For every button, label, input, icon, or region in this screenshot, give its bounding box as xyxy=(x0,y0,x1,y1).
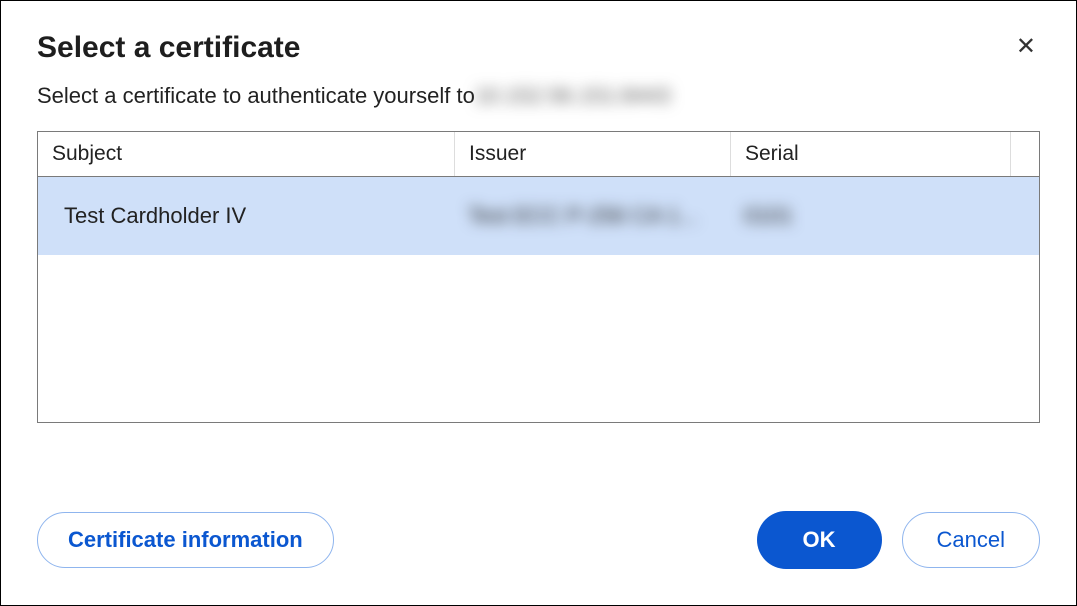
column-header-subject[interactable]: Subject xyxy=(38,132,454,176)
close-icon[interactable]: ✕ xyxy=(1012,31,1040,63)
dialog-subtitle: Select a certificate to authenticate you… xyxy=(1,65,1076,109)
cancel-button[interactable]: Cancel xyxy=(902,512,1040,568)
table-header-row: Subject Issuer Serial xyxy=(38,132,1039,177)
dialog-subtitle-text: Select a certificate to authenticate you… xyxy=(37,83,475,109)
table-row[interactable]: Test Cardholder IV Test ECC P-256 CA 1..… xyxy=(38,177,1039,255)
certificate-table: Subject Issuer Serial Test Cardholder IV… xyxy=(37,131,1040,423)
dialog-subtitle-host: 10.152.56.151:8443 xyxy=(475,83,671,109)
certificate-information-button[interactable]: Certificate information xyxy=(37,512,334,568)
cell-serial: 0101 xyxy=(730,203,1039,229)
dialog-footer: Certificate information OK Cancel xyxy=(1,463,1076,605)
column-header-serial[interactable]: Serial xyxy=(730,132,1010,176)
cell-issuer: Test ECC P-256 CA 1... xyxy=(454,203,730,229)
ok-button[interactable]: OK xyxy=(757,511,882,569)
column-divider xyxy=(1010,132,1011,176)
cell-subject: Test Cardholder IV xyxy=(38,203,454,229)
table-body: Test Cardholder IV Test ECC P-256 CA 1..… xyxy=(38,177,1039,422)
dialog-title: Select a certificate xyxy=(37,31,300,65)
column-header-issuer[interactable]: Issuer xyxy=(454,132,730,176)
